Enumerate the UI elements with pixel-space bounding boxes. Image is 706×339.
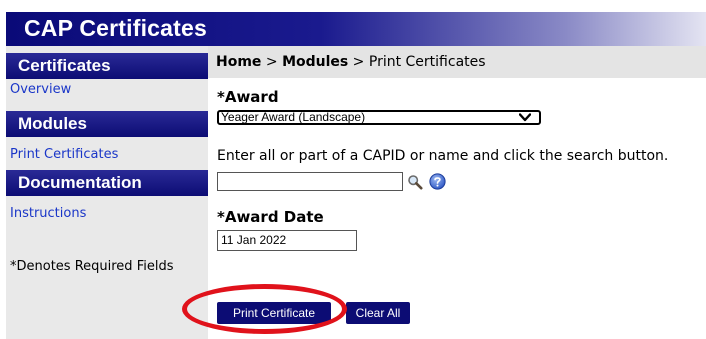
- app-window: CAP Certificates Certificates Overview M…: [0, 0, 706, 339]
- award-date-label: *Award Date: [217, 208, 324, 226]
- capid-search-input[interactable]: [217, 172, 403, 191]
- breadcrumb: Home > Modules > Print Certificates: [208, 46, 706, 78]
- sidebar-heading-certificates: Certificates: [6, 53, 208, 79]
- print-certificate-button[interactable]: Print Certificate: [217, 302, 331, 324]
- breadcrumb-separator: >: [348, 54, 369, 70]
- magnifier-icon[interactable]: [407, 174, 423, 190]
- app-header: CAP Certificates: [6, 12, 706, 46]
- breadcrumb-separator: >: [261, 54, 283, 70]
- chevron-down-icon: [519, 113, 531, 122]
- sidebar-link-instructions[interactable]: Instructions: [10, 206, 86, 222]
- breadcrumb-modules[interactable]: Modules: [282, 54, 348, 70]
- app-title: CAP Certificates: [24, 15, 208, 41]
- sidebar-heading-modules: Modules: [6, 111, 208, 137]
- award-date-input[interactable]: 11 Jan 2022: [217, 230, 357, 251]
- help-icon[interactable]: [429, 173, 446, 190]
- required-fields-note: *Denotes Required Fields: [10, 259, 174, 274]
- sidebar-link-overview[interactable]: Overview: [10, 82, 71, 98]
- sidebar-link-print-certificates[interactable]: Print Certificates: [10, 147, 118, 163]
- award-select[interactable]: Yeager Award (Landscape): [217, 110, 541, 125]
- award-select-value: Yeager Award (Landscape): [221, 110, 366, 124]
- award-label: *Award: [217, 88, 279, 106]
- breadcrumb-current: Print Certificates: [368, 54, 486, 70]
- breadcrumb-home[interactable]: Home: [216, 54, 261, 70]
- search-instruction: Enter all or part of a CAPID or name and…: [217, 148, 669, 164]
- clear-all-button[interactable]: Clear All: [346, 302, 410, 324]
- sidebar: Certificates Overview Modules Print Cert…: [6, 46, 208, 339]
- sidebar-heading-documentation: Documentation: [6, 170, 208, 196]
- main-content: Home > Modules > Print Certificates *Awa…: [208, 46, 706, 339]
